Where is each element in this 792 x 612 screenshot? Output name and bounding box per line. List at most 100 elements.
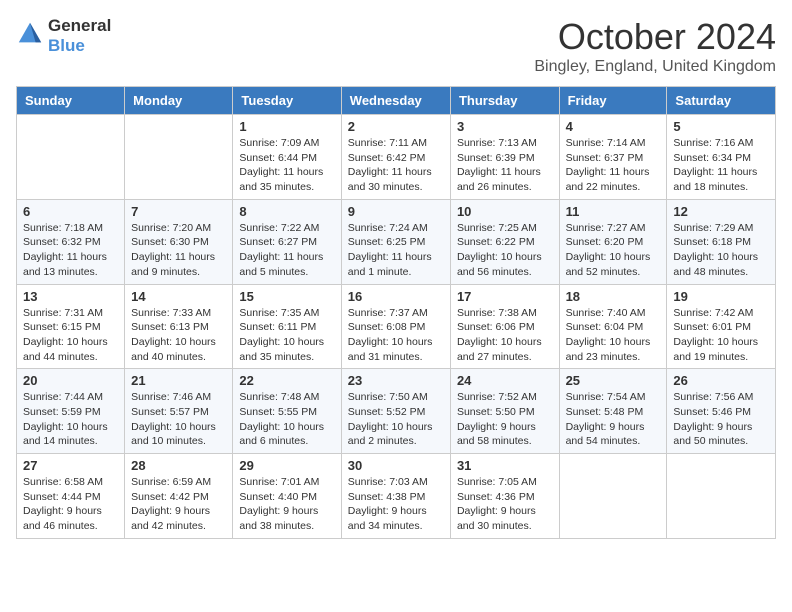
calendar-table: Sunday Monday Tuesday Wednesday Thursday… <box>16 86 776 539</box>
logo-blue: Blue <box>48 36 111 56</box>
date-number: 1 <box>239 119 334 134</box>
header-thursday: Thursday <box>450 87 559 115</box>
header-tuesday: Tuesday <box>233 87 341 115</box>
table-row: 17Sunrise: 7:38 AM Sunset: 6:06 PM Dayli… <box>450 284 559 369</box>
date-number: 6 <box>23 204 118 219</box>
table-row: 15Sunrise: 7:35 AM Sunset: 6:11 PM Dayli… <box>233 284 341 369</box>
date-number: 30 <box>348 458 444 473</box>
table-row: 20 Sunrise: 7:44 AM Sunset: 5:59 PM Dayli… <box>17 369 125 454</box>
table-row <box>125 115 233 200</box>
date-number: 21 <box>131 373 226 388</box>
table-row: 23 Sunrise: 7:50 AM Sunset: 5:52 PM Dayli… <box>341 369 450 454</box>
table-row <box>559 454 667 539</box>
table-row: 24 Sunrise: 7:52 AM Sunset: 5:50 PM Dayli… <box>450 369 559 454</box>
date-number: 13 <box>23 289 118 304</box>
date-number: 3 <box>457 119 553 134</box>
table-row: 28Sunrise: 6:59 AM Sunset: 4:42 PM Dayli… <box>125 454 233 539</box>
table-row: 4 Sunrise: 7:14 AM Sunset: 6:37 PM Daylig… <box>559 115 667 200</box>
date-number: 2 <box>348 119 444 134</box>
week-row-2: 6 Sunrise: 7:18 AM Sunset: 6:32 PM Daylig… <box>17 199 776 284</box>
day-info: Sunrise: 7:35 AM Sunset: 6:11 PM Dayligh… <box>239 306 334 365</box>
date-number: 9 <box>348 204 444 219</box>
day-info: Sunrise: 6:58 AM Sunset: 4:44 PM Dayligh… <box>23 475 118 534</box>
day-info: Sunrise: 7:33 AM Sunset: 6:13 PM Dayligh… <box>131 306 226 365</box>
header-monday: Monday <box>125 87 233 115</box>
day-info: Sunrise: 7:20 AM Sunset: 6:30 PM Dayligh… <box>131 221 226 280</box>
table-row: 31Sunrise: 7:05 AM Sunset: 4:36 PM Dayli… <box>450 454 559 539</box>
date-number: 22 <box>239 373 334 388</box>
week-row-4: 20 Sunrise: 7:44 AM Sunset: 5:59 PM Dayli… <box>17 369 776 454</box>
table-row: 16 Sunrise: 7:37 AM Sunset: 6:08 PM Dayli… <box>341 284 450 369</box>
day-info: Sunrise: 7:42 AM Sunset: 6:01 PM Dayligh… <box>673 306 769 365</box>
table-row: 30 Sunrise: 7:03 AM Sunset: 4:38 PM Dayli… <box>341 454 450 539</box>
day-info: Sunrise: 7:46 AM Sunset: 5:57 PM Dayligh… <box>131 390 226 449</box>
date-number: 10 <box>457 204 553 219</box>
table-row: 11Sunrise: 7:27 AM Sunset: 6:20 PM Dayli… <box>559 199 667 284</box>
table-row: 2 Sunrise: 7:11 AM Sunset: 6:42 PM Daylig… <box>341 115 450 200</box>
table-row: 10Sunrise: 7:25 AM Sunset: 6:22 PM Dayli… <box>450 199 559 284</box>
date-number: 8 <box>239 204 334 219</box>
date-number: 18 <box>566 289 661 304</box>
day-info: Sunrise: 7:44 AM Sunset: 5:59 PM Dayligh… <box>23 390 118 449</box>
header-sunday: Sunday <box>17 87 125 115</box>
header-wednesday: Wednesday <box>341 87 450 115</box>
date-number: 5 <box>673 119 769 134</box>
date-number: 26 <box>673 373 769 388</box>
day-info: Sunrise: 7:38 AM Sunset: 6:06 PM Dayligh… <box>457 306 553 365</box>
header-friday: Friday <box>559 87 667 115</box>
date-number: 25 <box>566 373 661 388</box>
date-number: 19 <box>673 289 769 304</box>
day-info: Sunrise: 7:14 AM Sunset: 6:37 PM Dayligh… <box>566 136 661 195</box>
date-number: 20 <box>23 373 118 388</box>
table-row: 12Sunrise: 7:29 AM Sunset: 6:18 PM Dayli… <box>667 199 776 284</box>
day-info: Sunrise: 7:03 AM Sunset: 4:38 PM Dayligh… <box>348 475 444 534</box>
date-number: 28 <box>131 458 226 473</box>
day-info: Sunrise: 7:56 AM Sunset: 5:46 PM Dayligh… <box>673 390 769 449</box>
table-row: 6 Sunrise: 7:18 AM Sunset: 6:32 PM Daylig… <box>17 199 125 284</box>
date-number: 7 <box>131 204 226 219</box>
day-info: Sunrise: 7:29 AM Sunset: 6:18 PM Dayligh… <box>673 221 769 280</box>
day-info: Sunrise: 7:18 AM Sunset: 6:32 PM Dayligh… <box>23 221 118 280</box>
table-row: 8 Sunrise: 7:22 AM Sunset: 6:27 PM Daylig… <box>233 199 341 284</box>
day-info: Sunrise: 7:13 AM Sunset: 6:39 PM Dayligh… <box>457 136 553 195</box>
title-area: October 2024 Bingley, England, United Ki… <box>534 16 776 76</box>
day-info: Sunrise: 7:52 AM Sunset: 5:50 PM Dayligh… <box>457 390 553 449</box>
table-row: 19 Sunrise: 7:42 AM Sunset: 6:01 PM Dayli… <box>667 284 776 369</box>
table-row: 27 Sunrise: 6:58 AM Sunset: 4:44 PM Dayli… <box>17 454 125 539</box>
day-info: Sunrise: 7:37 AM Sunset: 6:08 PM Dayligh… <box>348 306 444 365</box>
table-row: 18 Sunrise: 7:40 AM Sunset: 6:04 PM Dayli… <box>559 284 667 369</box>
date-number: 27 <box>23 458 118 473</box>
day-info: Sunrise: 7:54 AM Sunset: 5:48 PM Dayligh… <box>566 390 661 449</box>
day-info: Sunrise: 7:40 AM Sunset: 6:04 PM Dayligh… <box>566 306 661 365</box>
day-info: Sunrise: 7:11 AM Sunset: 6:42 PM Dayligh… <box>348 136 444 195</box>
day-info: Sunrise: 7:01 AM Sunset: 4:40 PM Dayligh… <box>239 475 334 534</box>
date-number: 16 <box>348 289 444 304</box>
day-info: Sunrise: 7:31 AM Sunset: 6:15 PM Dayligh… <box>23 306 118 365</box>
date-number: 4 <box>566 119 661 134</box>
location-title: Bingley, England, United Kingdom <box>534 58 776 76</box>
table-row: 5Sunrise: 7:16 AM Sunset: 6:34 PM Daylig… <box>667 115 776 200</box>
date-number: 24 <box>457 373 553 388</box>
table-row: 1 Sunrise: 7:09 AM Sunset: 6:44 PM Daylig… <box>233 115 341 200</box>
month-title: October 2024 <box>534 16 776 58</box>
table-row: 25 Sunrise: 7:54 AM Sunset: 5:48 PM Dayli… <box>559 369 667 454</box>
logo: General Blue <box>16 16 111 56</box>
table-row: 22Sunrise: 7:48 AM Sunset: 5:55 PM Dayli… <box>233 369 341 454</box>
logo-general: General <box>48 16 111 36</box>
week-row-5: 27 Sunrise: 6:58 AM Sunset: 4:44 PM Dayli… <box>17 454 776 539</box>
day-info: Sunrise: 7:22 AM Sunset: 6:27 PM Dayligh… <box>239 221 334 280</box>
page-header: General Blue October 2024 Bingley, Engla… <box>16 16 776 76</box>
date-number: 31 <box>457 458 553 473</box>
week-row-3: 13 Sunrise: 7:31 AM Sunset: 6:15 PM Dayli… <box>17 284 776 369</box>
header-saturday: Saturday <box>667 87 776 115</box>
table-row <box>667 454 776 539</box>
day-info: Sunrise: 7:50 AM Sunset: 5:52 PM Dayligh… <box>348 390 444 449</box>
day-info: Sunrise: 7:27 AM Sunset: 6:20 PM Dayligh… <box>566 221 661 280</box>
date-number: 14 <box>131 289 226 304</box>
table-row: 13 Sunrise: 7:31 AM Sunset: 6:15 PM Dayli… <box>17 284 125 369</box>
date-number: 29 <box>239 458 334 473</box>
date-number: 23 <box>348 373 444 388</box>
table-row: 29 Sunrise: 7:01 AM Sunset: 4:40 PM Dayli… <box>233 454 341 539</box>
week-row-1: 1 Sunrise: 7:09 AM Sunset: 6:44 PM Daylig… <box>17 115 776 200</box>
day-info: Sunrise: 7:09 AM Sunset: 6:44 PM Dayligh… <box>239 136 334 195</box>
